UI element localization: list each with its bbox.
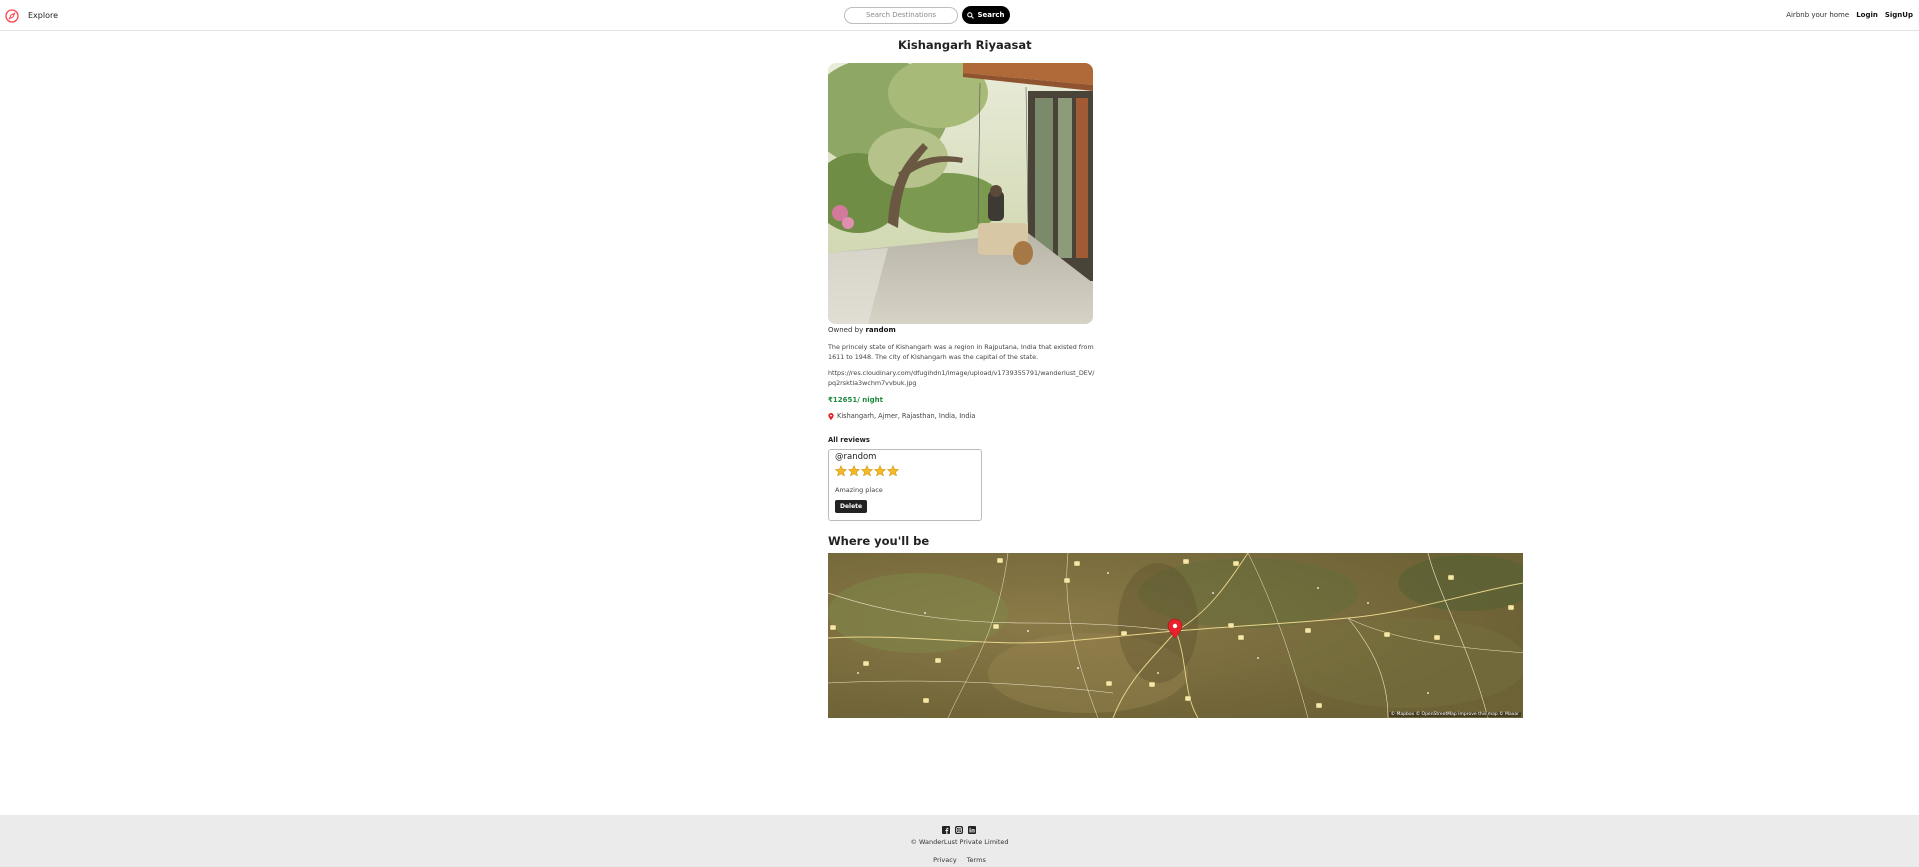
review-rating-stars [835, 465, 899, 477]
facebook-icon[interactable] [942, 819, 950, 834]
delete-review-button[interactable]: Delete [835, 500, 868, 513]
star-icon [861, 465, 873, 477]
search-button-label: Search [977, 11, 1005, 19]
owner-name: random [865, 326, 896, 334]
airbnb-your-home-link[interactable]: Airbnb your home [1786, 11, 1849, 19]
compass-icon[interactable] [5, 8, 19, 23]
map-attribution[interactable]: © Mapbox © OpenStreetMap Improve this ma… [1388, 712, 1521, 717]
listing-price: ₹12651/ night [828, 396, 883, 404]
review-card: @random Amazing place Delete [828, 449, 982, 521]
footer: © WanderLust Private Limited Privacy Ter… [0, 815, 1919, 867]
search-input[interactable] [844, 6, 958, 24]
location-text: Kishangarh, Ajmer, Rajasthan, India, Ind… [837, 412, 976, 420]
listing-description: The princely state of Kishangarh was a r… [828, 343, 1094, 361]
nav-right-links: Airbnb your home Login SignUp [1786, 11, 1913, 19]
map-heading: Where you'll be [828, 534, 930, 548]
listing-location: Kishangarh, Ajmer, Rajasthan, India, Ind… [828, 412, 975, 420]
listing-owner: Owned by random [828, 326, 896, 334]
star-icon [874, 465, 886, 477]
listing-image-url: https://res.cloudinary.com/dfugihdn1/ima… [828, 369, 1095, 387]
search-icon [967, 11, 975, 19]
listing-image [828, 63, 1093, 324]
signup-link[interactable]: SignUp [1885, 11, 1913, 19]
review-comment: Amazing place [835, 486, 883, 494]
footer-links: Privacy Terms [0, 856, 1919, 864]
star-icon [848, 465, 860, 477]
privacy-link[interactable]: Privacy [933, 856, 957, 864]
nav-explore-link[interactable]: Explore [28, 11, 58, 20]
reviews-heading: All reviews [828, 436, 870, 444]
location-map[interactable]: © Mapbox © OpenStreetMap Improve this ma… [828, 553, 1523, 718]
navbar: Explore Search Airbnb your home Login Si… [0, 0, 1919, 31]
login-link[interactable]: Login [1856, 11, 1878, 19]
page-title: Kishangarh Riyaasat [898, 38, 1032, 52]
review-author: @random [835, 452, 877, 462]
search-button[interactable]: Search [962, 6, 1010, 24]
star-icon [887, 465, 899, 477]
linkedin-icon[interactable] [968, 819, 976, 834]
social-links [942, 819, 976, 834]
owner-prefix: Owned by [828, 326, 866, 334]
search-bar: Search [844, 6, 1010, 24]
star-icon [835, 465, 847, 477]
instagram-icon[interactable] [955, 819, 963, 834]
terms-link[interactable]: Terms [967, 856, 986, 864]
copyright-text: © WanderLust Private Limited [910, 838, 1009, 846]
location-pin-icon [828, 412, 834, 420]
